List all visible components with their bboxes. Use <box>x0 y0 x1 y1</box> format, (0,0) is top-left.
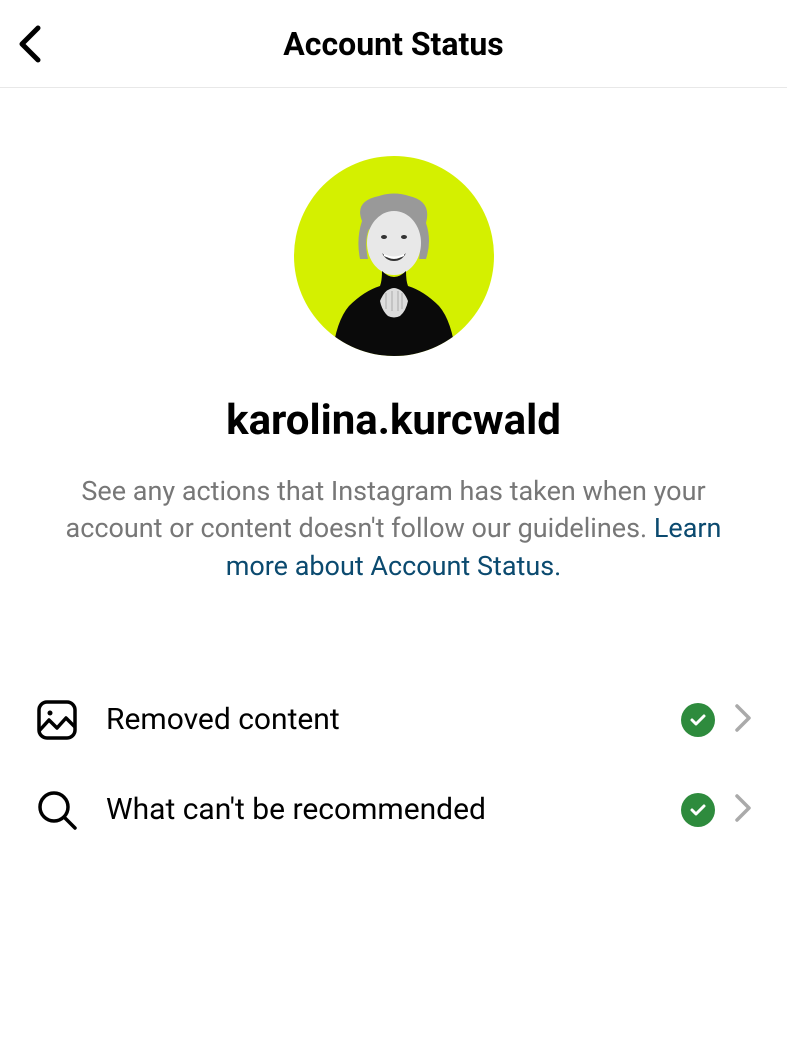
profile-section: karolina.kurcwald See any actions that I… <box>0 88 787 585</box>
page-title: Account Status <box>18 25 769 63</box>
chevron-right-icon <box>735 704 751 736</box>
check-badge-icon <box>681 703 715 737</box>
description-body: See any actions that Instagram has taken… <box>66 475 706 544</box>
back-button[interactable] <box>18 24 42 64</box>
item-label: Removed content <box>106 702 681 737</box>
list-item-not-recommended[interactable]: What can't be recommended <box>36 765 751 855</box>
check-badge-icon <box>681 793 715 827</box>
items-list: Removed content What can't be recommende… <box>0 675 787 855</box>
chevron-left-icon <box>18 24 42 64</box>
avatar <box>294 156 494 356</box>
description-text: See any actions that Instagram has taken… <box>0 473 787 585</box>
header: Account Status <box>0 0 787 88</box>
chevron-right-icon <box>735 794 751 826</box>
search-icon <box>36 789 78 831</box>
list-item-removed-content[interactable]: Removed content <box>36 675 751 765</box>
image-icon <box>36 699 78 741</box>
avatar-person-icon <box>324 191 464 356</box>
username: karolina.kurcwald <box>226 396 561 445</box>
item-label: What can't be recommended <box>106 792 681 827</box>
